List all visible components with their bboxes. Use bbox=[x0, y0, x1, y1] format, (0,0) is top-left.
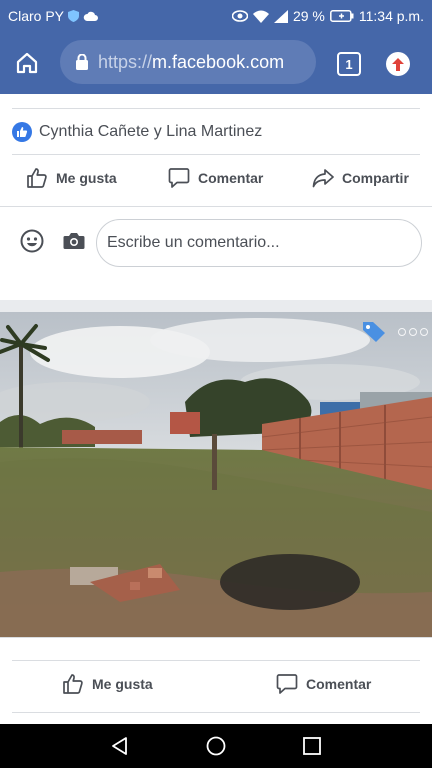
home-nav-button[interactable] bbox=[206, 736, 226, 761]
recents-icon bbox=[303, 737, 321, 755]
reactors-names: Cynthia Cañete y Lina Martinez bbox=[39, 123, 263, 140]
comment-composer bbox=[0, 212, 432, 274]
comment-icon bbox=[276, 674, 298, 694]
more-icon[interactable] bbox=[398, 328, 428, 336]
like-button[interactable]: Me gusta bbox=[62, 673, 153, 695]
reactions-summary[interactable]: Cynthia Cañete y Lina Martinez bbox=[12, 122, 262, 142]
divider bbox=[12, 660, 420, 661]
system-nav-bar bbox=[0, 724, 432, 768]
post-actions: Me gusta Comentar Compartir bbox=[0, 156, 432, 200]
tag-icon bbox=[363, 322, 385, 342]
lock-icon bbox=[76, 54, 88, 70]
update-icon bbox=[392, 57, 404, 71]
emoji-icon bbox=[20, 229, 44, 253]
like-label: Me gusta bbox=[56, 170, 117, 186]
emoji-button[interactable] bbox=[20, 229, 44, 258]
url-text: https://m.facebook.com bbox=[98, 52, 284, 73]
home-icon bbox=[16, 52, 38, 74]
tag-button[interactable] bbox=[362, 321, 386, 348]
divider bbox=[12, 108, 420, 109]
divider bbox=[12, 154, 420, 155]
thumbs-up-icon bbox=[63, 674, 83, 694]
home-button[interactable] bbox=[0, 32, 54, 94]
address-bar[interactable]: https://m.facebook.com bbox=[60, 40, 316, 84]
comment-label: Comentar bbox=[306, 676, 372, 692]
share-icon bbox=[312, 169, 334, 188]
tabs-button[interactable]: 1 bbox=[337, 52, 361, 76]
tab-count: 1 bbox=[345, 56, 353, 72]
back-icon bbox=[112, 737, 127, 755]
shield-icon bbox=[68, 10, 80, 22]
url-host: m.facebook.com bbox=[152, 51, 285, 72]
wifi-icon bbox=[252, 10, 269, 23]
like-label: Me gusta bbox=[92, 676, 153, 692]
comment-icon bbox=[168, 168, 190, 188]
clock: 11:34 p.m. bbox=[358, 8, 424, 24]
thumbs-up-icon bbox=[27, 168, 47, 188]
post-photo[interactable] bbox=[0, 312, 432, 637]
cloud-icon bbox=[83, 11, 99, 21]
eye-icon bbox=[231, 10, 248, 22]
status-bar: Claro PY 29 % 11:34 p.m. bbox=[0, 0, 432, 32]
carrier-label: Claro PY bbox=[8, 8, 65, 24]
home-nav-icon bbox=[206, 736, 226, 756]
divider bbox=[12, 712, 420, 713]
comment-input[interactable] bbox=[96, 219, 422, 267]
next-post-actions: Me gusta Comentar bbox=[0, 662, 432, 706]
comment-button[interactable]: Comentar bbox=[276, 673, 371, 695]
recents-button[interactable] bbox=[302, 736, 322, 761]
url-scheme: https:// bbox=[98, 51, 153, 72]
like-button[interactable]: Me gusta bbox=[26, 167, 117, 189]
battery-percent: 29 % bbox=[292, 8, 325, 24]
divider bbox=[0, 206, 432, 207]
back-button[interactable] bbox=[110, 736, 130, 761]
battery-icon bbox=[329, 10, 354, 22]
camera-icon bbox=[63, 233, 85, 249]
share-label: Compartir bbox=[342, 170, 409, 186]
vacant-lot-photo bbox=[0, 312, 432, 637]
like-badge-icon bbox=[12, 122, 32, 142]
comment-label: Comentar bbox=[198, 170, 264, 186]
camera-button[interactable] bbox=[63, 232, 85, 255]
signal-icon bbox=[273, 9, 288, 23]
share-button[interactable]: Compartir bbox=[312, 168, 409, 188]
update-button[interactable] bbox=[386, 52, 410, 76]
comment-button[interactable]: Comentar bbox=[168, 167, 263, 189]
divider bbox=[0, 637, 432, 638]
browser-toolbar: https://m.facebook.com 1 bbox=[0, 32, 432, 94]
feed-separator bbox=[0, 300, 432, 312]
